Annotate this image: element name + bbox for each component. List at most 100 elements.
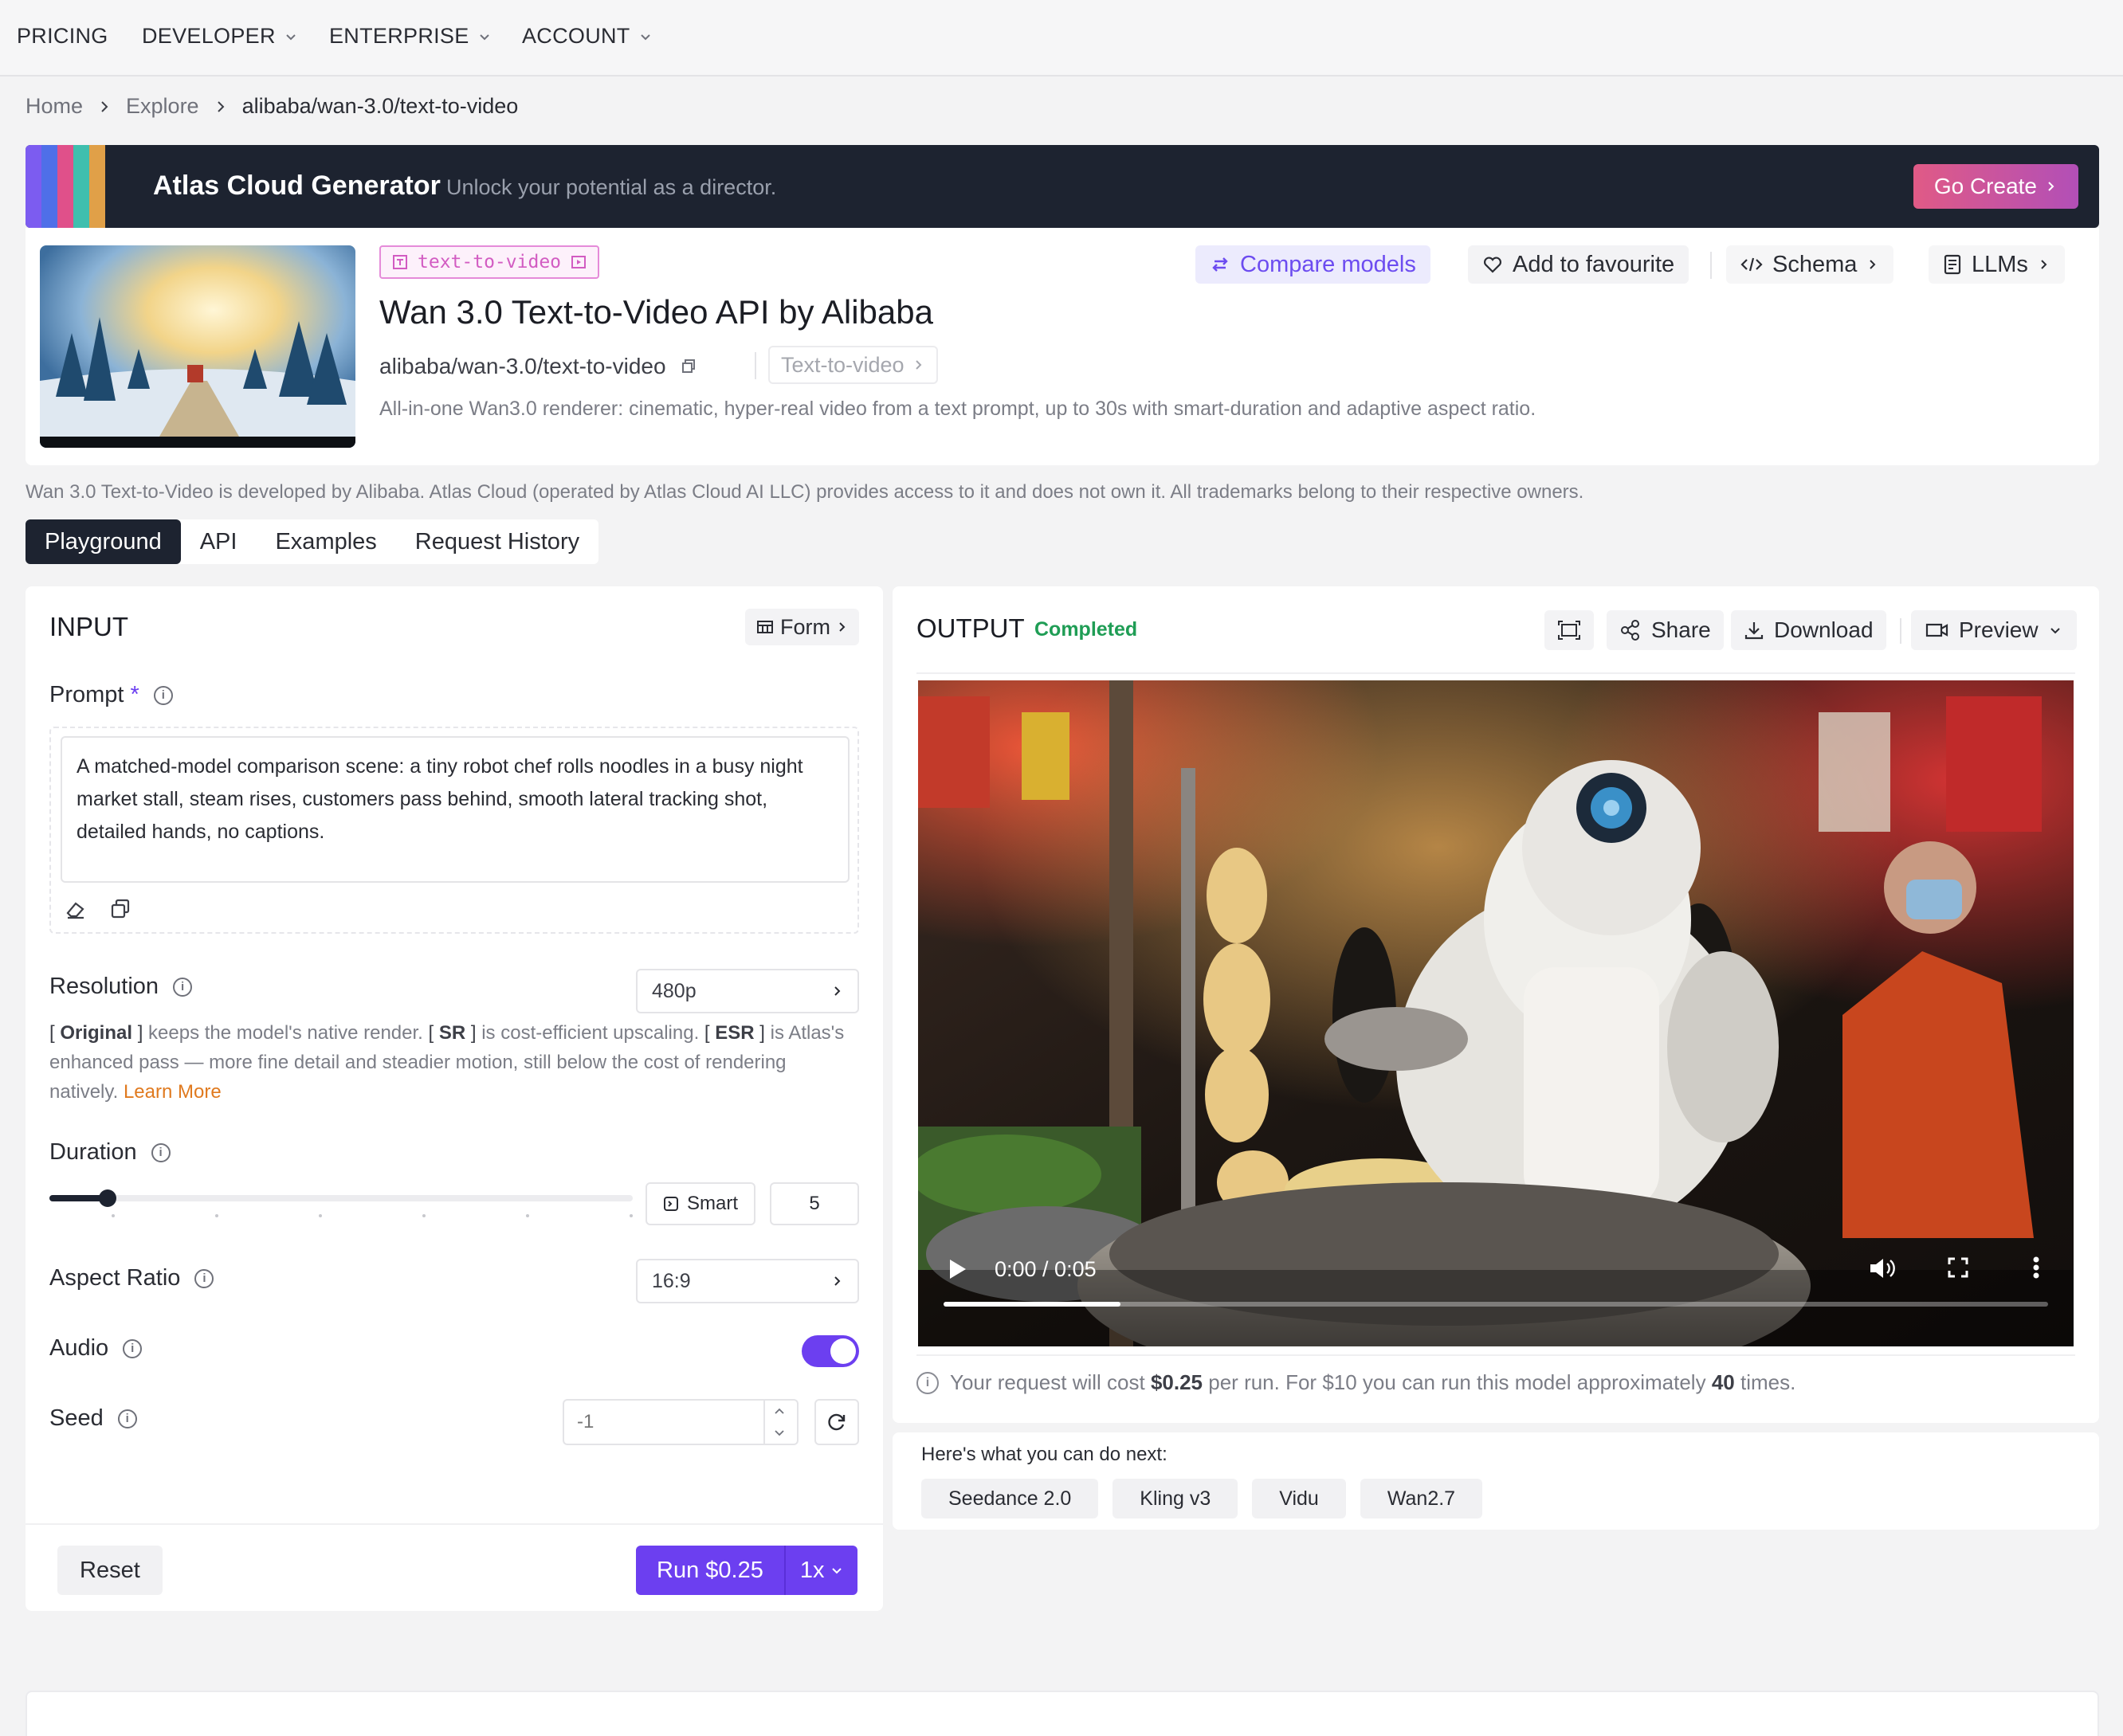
- output-panel: OUTPUT Completed Share Download Preview: [893, 586, 2099, 1423]
- slider-tick: [630, 1214, 633, 1217]
- info-icon[interactable]: i: [173, 977, 193, 997]
- video-camera-icon: [1925, 623, 1948, 637]
- required-mark: *: [130, 682, 139, 707]
- chevron-right-icon: [2041, 260, 2047, 269]
- model-title: Wan 3.0 Text-to-Video API by Alibaba: [379, 293, 933, 331]
- chevron-right-icon: [915, 360, 921, 370]
- add-to-favourite-button[interactable]: Add to favourite: [1468, 245, 1689, 284]
- banner-subtitle: Unlock your potential as a director.: [446, 175, 777, 199]
- model-thumbnail: [40, 245, 355, 448]
- aspect-ratio-select[interactable]: 16:9: [636, 1259, 859, 1303]
- seed-label-text: Seed: [49, 1405, 104, 1431]
- info-icon[interactable]: i: [153, 685, 173, 705]
- copy-icon[interactable]: [108, 897, 132, 921]
- table-icon: [757, 621, 773, 633]
- volume-icon[interactable]: [1868, 1256, 1897, 1281]
- prompt-wrapper: A matched-model comparison scene: a tiny…: [49, 727, 859, 934]
- breadcrumb-current: alibaba/wan-3.0/text-to-video: [241, 94, 519, 118]
- tab-examples[interactable]: Examples: [256, 519, 395, 564]
- info-icon[interactable]: i: [117, 1409, 137, 1428]
- chip-vidu[interactable]: Vidu: [1252, 1479, 1346, 1519]
- prompt-textarea[interactable]: A matched-model comparison scene: a tiny…: [61, 736, 850, 883]
- go-create-button[interactable]: Go Create: [1913, 164, 2078, 209]
- smart-duration-button[interactable]: Smart: [646, 1182, 756, 1225]
- chip-kling[interactable]: Kling v3: [1113, 1479, 1238, 1519]
- next-steps-chips: Seedance 2.0 Kling v3 Vidu Wan2.7: [921, 1479, 1483, 1519]
- nav-enterprise[interactable]: ENTERPRISE: [329, 24, 492, 49]
- model-category-label: Text-to-video: [781, 352, 905, 377]
- duration-slider[interactable]: [49, 1189, 633, 1217]
- nav-pricing[interactable]: PRICING: [17, 24, 108, 49]
- chevron-right-icon: [101, 100, 108, 112]
- form-mode-button[interactable]: Form: [745, 609, 859, 645]
- slider-tick: [319, 1214, 322, 1217]
- info-icon[interactable]: i: [151, 1142, 171, 1162]
- info-icon[interactable]: i: [194, 1268, 214, 1288]
- resolution-select[interactable]: 480p: [636, 969, 859, 1013]
- chip-wan[interactable]: Wan2.7: [1360, 1479, 1483, 1519]
- chevron-down-icon: [479, 33, 489, 40]
- prompt-label-text: Prompt: [49, 682, 124, 707]
- duration-input[interactable]: 5: [770, 1182, 859, 1225]
- nav-account[interactable]: ACCOUNT: [522, 24, 653, 49]
- fullscreen-icon[interactable]: [1946, 1256, 1970, 1279]
- run-button-group: Run $0.25 1x: [636, 1546, 858, 1595]
- download-button[interactable]: Download: [1731, 610, 1886, 650]
- llms-label: LLMs: [1972, 251, 2028, 277]
- run-multiplier-dropdown[interactable]: 1x: [786, 1546, 858, 1595]
- slider-tick: [215, 1214, 218, 1217]
- breadcrumb-home[interactable]: Home: [26, 94, 83, 119]
- aspect-ratio-value: 16:9: [652, 1269, 691, 1292]
- video-progress-track[interactable]: [944, 1302, 2048, 1307]
- seed-label: Seed i: [49, 1405, 137, 1432]
- chevron-right-icon: [2048, 182, 2054, 191]
- breadcrumb: Home Explore alibaba/wan-3.0/text-to-vid…: [26, 94, 518, 119]
- model-path: alibaba/wan-3.0/text-to-video: [379, 354, 697, 379]
- breadcrumb-explore[interactable]: Explore: [126, 94, 199, 119]
- next-steps-panel: Here's what you can do next: Seedance 2.…: [893, 1432, 2099, 1530]
- refresh-icon: [828, 1413, 846, 1431]
- audio-toggle[interactable]: [802, 1335, 859, 1367]
- nav-developer-label: DEVELOPER: [142, 24, 276, 48]
- learn-more-link[interactable]: Learn More: [124, 1081, 222, 1103]
- eraser-icon[interactable]: [64, 897, 88, 921]
- share-icon: [1621, 620, 1639, 641]
- slider-handle[interactable]: [99, 1189, 116, 1207]
- reset-button[interactable]: Reset: [57, 1546, 163, 1595]
- info-icon[interactable]: i: [123, 1338, 143, 1358]
- chip-seedance[interactable]: Seedance 2.0: [921, 1479, 1099, 1519]
- divider: [26, 1523, 883, 1525]
- preview-dropdown[interactable]: Preview: [1911, 610, 2077, 650]
- schema-button[interactable]: Schema: [1726, 245, 1894, 284]
- seed-input[interactable]: [564, 1401, 763, 1444]
- banner-stripe: [26, 145, 41, 228]
- banner-stripe: [89, 145, 105, 228]
- copy-icon[interactable]: [681, 359, 697, 374]
- play-icon[interactable]: [947, 1257, 969, 1281]
- form-mode-label: Form: [780, 614, 830, 639]
- llms-button[interactable]: LLMs: [1929, 245, 2065, 284]
- tab-api[interactable]: API: [181, 519, 257, 564]
- cost-post: times.: [1740, 1370, 1796, 1394]
- randomize-seed-button[interactable]: [814, 1399, 859, 1445]
- chevron-up-icon[interactable]: [773, 1405, 786, 1418]
- divider: [755, 352, 756, 379]
- fullscreen-output-button[interactable]: [1544, 610, 1594, 650]
- tab-bar: Playground API Examples Request History: [26, 519, 599, 564]
- bottom-section: [26, 1691, 2099, 1736]
- more-options-icon[interactable]: [2032, 1256, 2040, 1279]
- slider-tick: [422, 1214, 426, 1217]
- run-button[interactable]: Run $0.25: [636, 1546, 786, 1595]
- chevron-down-icon[interactable]: [773, 1426, 786, 1439]
- share-button[interactable]: Share: [1607, 610, 1724, 650]
- cost-price: $0.25: [1150, 1370, 1203, 1394]
- model-category-link[interactable]: Text-to-video: [768, 346, 938, 384]
- smart-label: Smart: [687, 1193, 739, 1214]
- video-player[interactable]: 0:00 / 0:05: [918, 680, 2074, 1346]
- nav-developer[interactable]: DEVELOPER: [142, 24, 298, 49]
- banner-stripe: [73, 145, 89, 228]
- tab-request-history[interactable]: Request History: [396, 519, 598, 564]
- compare-models-button[interactable]: Compare models: [1195, 245, 1430, 284]
- tab-playground[interactable]: Playground: [26, 519, 181, 564]
- resolution-value: 480p: [652, 979, 697, 1002]
